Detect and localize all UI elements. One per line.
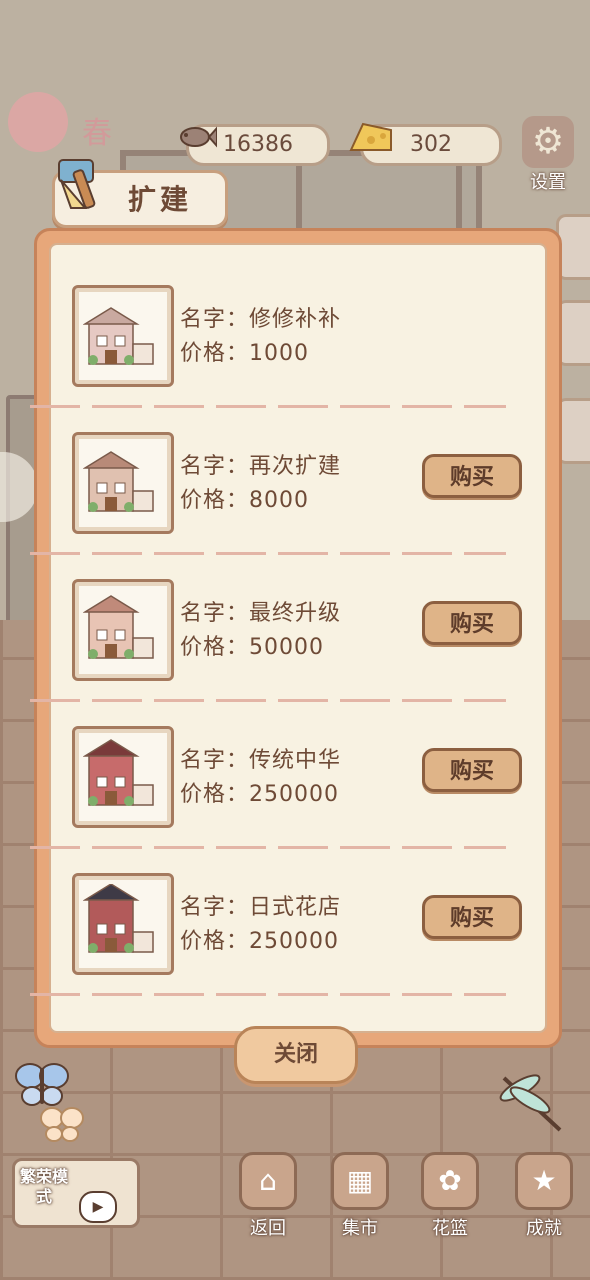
buy-button[interactable]: 购买 (422, 748, 522, 792)
expansion-item: 名字：再次扩建 价格：8000 购买 (34, 432, 522, 579)
name-prefix: 名字： (180, 307, 250, 332)
settings-button[interactable]: ⚙ 设置 (518, 116, 578, 206)
name-prefix: 名字： (180, 454, 250, 479)
item-price: 1000 (249, 341, 310, 366)
prosperity-mode-button[interactable]: 繁荣模式 ▶ (12, 1158, 140, 1228)
back-button[interactable]: ⌂ 返回 (236, 1152, 300, 1242)
expansion-item: 名字：日式花店 价格：250000 购买 (34, 873, 522, 1020)
market-stall-icon: ▦ (331, 1152, 389, 1210)
expansion-item: 名字：传统中华 价格：250000 购买 (34, 726, 522, 873)
item-name: 再次扩建 (249, 454, 342, 479)
settings-label: 设置 (530, 172, 566, 193)
name-prefix: 名字： (180, 895, 250, 920)
item-divider (30, 405, 506, 408)
item-name-row: 名字：日式花店 (180, 889, 341, 921)
name-prefix: 名字： (180, 601, 250, 626)
buy-button[interactable]: 购买 (422, 454, 522, 498)
house-thumbnail (72, 726, 174, 828)
house-thumbnail (72, 432, 174, 534)
hammer-icon (48, 150, 118, 220)
item-price: 50000 (249, 635, 325, 660)
market-label: 集市 (342, 1218, 378, 1239)
item-name-row: 名字：修修补补 (180, 301, 341, 333)
gear-icon: ⚙ (522, 116, 574, 168)
fish-icon (170, 112, 220, 162)
item-name: 修修补补 (249, 307, 342, 332)
item-price-row: 价格：1000 (180, 335, 309, 367)
mode-label: 繁荣模式 (19, 1167, 68, 1206)
house-thumbnail (72, 579, 174, 681)
item-name: 传统中华 (249, 748, 342, 773)
item-price-row: 价格：250000 (180, 923, 339, 955)
panel-title: 扩建 (128, 183, 193, 216)
basket-icon: ✿ (421, 1152, 479, 1210)
flower-basket-button[interactable]: ✿ 花篮 (418, 1152, 482, 1242)
item-divider (30, 993, 506, 996)
tree-icon (8, 92, 68, 152)
market-button[interactable]: ▦ 集市 (328, 1152, 392, 1242)
back-label: 返回 (250, 1218, 286, 1239)
price-prefix: 价格： (180, 341, 250, 366)
achievement-button[interactable]: ★ 成就 (512, 1152, 576, 1242)
item-price: 8000 (249, 488, 310, 513)
item-price-row: 价格：50000 (180, 629, 324, 661)
item-name: 最终升级 (249, 601, 342, 626)
play-icon: ▶ (79, 1191, 117, 1223)
name-prefix: 名字： (180, 748, 250, 773)
item-name-row: 名字：再次扩建 (180, 448, 341, 480)
item-price: 250000 (249, 782, 339, 807)
item-divider (30, 846, 506, 849)
achievement-label: 成就 (526, 1218, 562, 1239)
item-divider (30, 699, 506, 702)
price-prefix: 价格： (180, 782, 250, 807)
item-name: 日式花店 (249, 895, 342, 920)
item-price: 250000 (249, 929, 339, 954)
season-label: 春 (82, 116, 112, 151)
basket-label: 花篮 (432, 1218, 468, 1239)
butterfly-small-icon (40, 1104, 84, 1153)
item-price-row: 价格：8000 (180, 482, 309, 514)
price-prefix: 价格： (180, 488, 250, 513)
trophy-icon: ★ (515, 1152, 573, 1210)
house-thumbnail (72, 873, 174, 975)
item-price-row: 价格：250000 (180, 776, 339, 808)
expansion-item: 名字：最终升级 价格：50000 购买 (34, 579, 522, 726)
price-prefix: 价格： (180, 635, 250, 660)
buy-button[interactable]: 购买 (422, 601, 522, 645)
price-prefix: 价格： (180, 929, 250, 954)
item-divider (30, 552, 506, 555)
house-thumbnail (72, 285, 174, 387)
cheese-icon (346, 112, 396, 162)
item-name-row: 名字：最终升级 (180, 595, 341, 627)
dragonfly-icon (494, 1068, 574, 1149)
door-icon: ⌂ (239, 1152, 297, 1210)
item-name-row: 名字：传统中华 (180, 742, 341, 774)
close-button[interactable]: 关闭 (234, 1026, 358, 1084)
buy-button[interactable]: 购买 (422, 895, 522, 939)
expansion-item: 名字：修修补补 价格：1000 (34, 285, 504, 432)
